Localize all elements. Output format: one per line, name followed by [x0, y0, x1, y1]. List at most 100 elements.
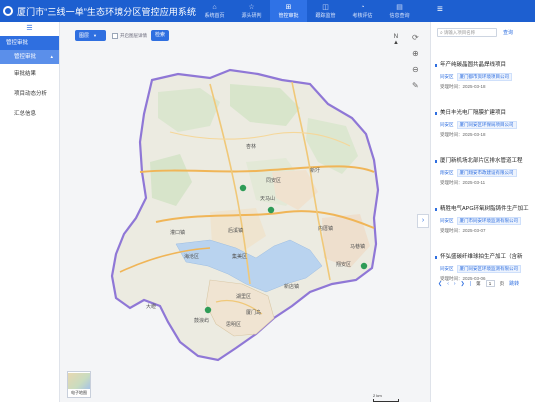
place-label: 大嶝: [146, 303, 156, 310]
place-label: 翔安区: [336, 261, 351, 268]
org-tag: 厦门翔安市政建设有限公司: [456, 169, 517, 177]
district-tag: 同安区: [440, 218, 454, 223]
place-label: 新圩: [310, 167, 320, 174]
nav-label: 源头研判: [241, 12, 262, 19]
map-view[interactable]: 杏林 天马山 灌口镇 内厝镇 马巷镇 新圩 海沧区 集美区 同安区 翔安区 湖里…: [60, 22, 430, 402]
stamp-icon: ⊞: [285, 3, 292, 11]
logo-icon: [3, 6, 13, 16]
place-label: 灌口镇: [170, 229, 185, 236]
monitor-icon: ◫: [322, 3, 329, 11]
project-title[interactable]: 美日丰光电厂隔膜扩建项目: [440, 109, 535, 118]
project-title[interactable]: 精胜电气APG环氧树脂铸件生产加工: [440, 205, 535, 214]
place-label: 湖里区: [236, 293, 251, 300]
pagination: ❮ ‹ › ❯ | 第 1 页 跳转: [438, 280, 524, 287]
org-tag: 厦门同安区环保局项目公司: [456, 121, 517, 129]
query-button[interactable]: 查询: [503, 29, 513, 36]
list-item[interactable]: 怀弘盛碳纤维球拍生产加工（含新 同安区 厦门同安区环境监测有限公司 受理时间：20…: [440, 253, 535, 282]
sidebar-sub-label: 管控审批: [14, 54, 37, 60]
nav-label: 考核评估: [352, 12, 373, 19]
nav-label: 管控审批: [278, 12, 299, 19]
measure-icon[interactable]: ✎: [412, 78, 419, 94]
nav-query[interactable]: ▤ 信息查询: [381, 0, 418, 22]
map-tools: ⟳ ⊕ ⊖ ✎: [412, 30, 419, 94]
project-marker[interactable]: [360, 262, 368, 270]
nav-source[interactable]: ☆ 源头研判: [233, 0, 270, 22]
page-number-input[interactable]: 1: [485, 280, 495, 287]
refresh-icon[interactable]: ⟳: [412, 30, 419, 46]
first-page-icon[interactable]: ❮: [438, 281, 442, 287]
project-marker[interactable]: [239, 184, 247, 192]
top-bar: 厦门市“三线一单”生态环境分区管控应用系统 ⌂ 系统首页 ☆ 源头研判 ⊞ 管控…: [0, 0, 535, 22]
org-tag: 厦门市同安环境监测有限公司: [456, 217, 521, 225]
scale-bar: 2 km: [373, 393, 399, 402]
nav-label: 信息查询: [389, 12, 410, 19]
nav-assessment[interactable]: ◔ 考核评估: [344, 0, 381, 22]
nav-label: 跟踪监管: [315, 12, 336, 19]
nav-approval[interactable]: ⊞ 管控审批: [270, 0, 307, 22]
place-label: 新店镇: [284, 283, 299, 290]
layer-select[interactable]: 图层 ▼: [75, 30, 106, 41]
last-page-icon[interactable]: ❯: [461, 281, 465, 287]
collapse-sidebar-icon[interactable]: ☰: [0, 22, 59, 36]
project-title[interactable]: 怀弘盛碳纤维球拍生产加工（含新: [440, 253, 535, 262]
place-label: 海沧区: [184, 253, 199, 260]
project-panel: ⌕ 请输入项目名称 查询 年产纯碳晶圆共晶焊线项目 同安区 厦门都市资环境项目公司…: [430, 22, 535, 402]
prev-page-icon[interactable]: ‹: [447, 281, 449, 287]
zoom-in-icon[interactable]: ⊕: [412, 46, 419, 62]
basemap-label: 电子地图: [71, 390, 87, 395]
nav-tracking[interactable]: ◫ 跟踪监管: [307, 0, 344, 22]
place-label: 内厝镇: [318, 225, 333, 232]
sidebar-item-dynamics[interactable]: 项目动态分析: [0, 84, 59, 104]
list-item[interactable]: 美日丰光电厂隔膜扩建项目 同安区 厦门同安区环保局项目公司 受理时间：2025-0…: [440, 109, 535, 138]
expand-panel-button[interactable]: ›: [417, 214, 429, 228]
star-icon: ☆: [248, 3, 255, 11]
sidebar-sub-approval[interactable]: 管控审批 ▴: [0, 50, 59, 64]
place-label: 集美区: [232, 253, 247, 260]
place-label: 天马山: [260, 195, 275, 202]
sidebar-item-summary[interactable]: 汇总信息: [0, 104, 59, 124]
project-search-input[interactable]: ⌕ 请输入项目名称: [437, 28, 497, 37]
basemap-switcher[interactable]: 电子地图: [67, 371, 91, 398]
nav-home[interactable]: ⌂ 系统首页: [196, 0, 233, 22]
project-marker[interactable]: [267, 206, 275, 214]
basemap-thumbnail: [68, 373, 90, 389]
page-prefix-label: 第: [476, 280, 481, 286]
map-search-button[interactable]: 检索: [151, 30, 169, 41]
map-toolbar: 图层 ▼ 开启图层详情 检索: [75, 30, 169, 41]
place-label: 思明区: [226, 322, 241, 328]
main-nav: ⌂ 系统首页 ☆ 源头研判 ⊞ 管控审批 ◫ 跟踪监管 ◔ 考核评估 ▤ 信息查…: [196, 0, 418, 22]
place-label: 杏林: [246, 143, 256, 150]
list-item[interactable]: 年产纯碳晶圆共晶焊线项目 同安区 厦门都市资环境项目公司 受理时间：2025-03…: [440, 61, 535, 90]
list-item[interactable]: 精胜电气APG环氧树脂铸件生产加工 同安区 厦门市同安环境监测有限公司 受理时间：…: [440, 205, 535, 234]
chevron-down-icon: ▼: [93, 33, 97, 38]
layer-detail-checkbox[interactable]: [112, 32, 118, 39]
next-page-icon[interactable]: ›: [454, 281, 456, 287]
panel-search-row: ⌕ 请输入项目名称 查询: [431, 22, 535, 43]
hamburger-menu-icon[interactable]: ≡: [437, 4, 443, 15]
map-canvas[interactable]: 杏林 天马山 灌口镇 内厝镇 马巷镇 新圩 海沧区 集美区 同安区 翔安区 湖里…: [60, 22, 430, 402]
sidebar-group-approval[interactable]: 管控审批: [0, 36, 59, 50]
place-label: 后溪镇: [228, 227, 243, 234]
project-title[interactable]: 年产纯碳晶圆共晶焊线项目: [440, 61, 535, 70]
place-label: 厦门岛: [246, 309, 261, 316]
app-title: 厦门市“三线一单”生态环境分区管控应用系统: [17, 6, 197, 17]
scale-label: 2 km: [373, 393, 382, 398]
compass-icon: N ▲: [393, 34, 399, 46]
district-tag: 同安区: [440, 74, 454, 79]
home-icon: ⌂: [212, 3, 217, 11]
project-title[interactable]: 厦门新机场北部片区排水管道工程: [440, 157, 535, 166]
zoom-out-icon[interactable]: ⊖: [412, 62, 419, 78]
list-item[interactable]: 厦门新机场北部片区排水管道工程 翔安区 厦门翔安市政建设有限公司 受理时间：202…: [440, 157, 535, 186]
place-label: 马巷镇: [350, 243, 365, 250]
goto-page-button[interactable]: 跳转: [509, 280, 519, 287]
place-label: 同安区: [266, 177, 281, 184]
chevron-up-icon: ▴: [50, 54, 53, 60]
project-time: 受理时间：2025-03-07: [440, 228, 486, 233]
project-marker[interactable]: [204, 306, 212, 314]
district-tag: 同安区: [440, 266, 454, 271]
page-divider: |: [469, 280, 472, 287]
project-time: 受理时间：2025-03-18: [440, 132, 486, 137]
checkbox-label: 开启图层详情: [120, 32, 147, 38]
district-tag: 同安区: [440, 122, 454, 127]
sidebar-item-results[interactable]: 审批结果: [0, 64, 59, 84]
